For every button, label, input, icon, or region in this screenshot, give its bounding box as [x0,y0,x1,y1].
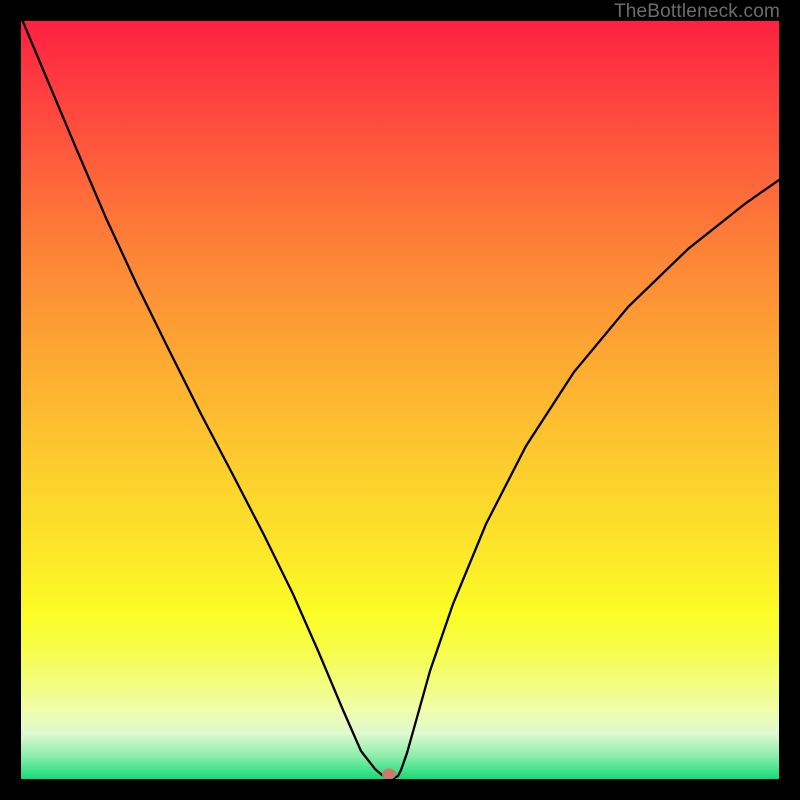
optimal-point-marker [382,769,396,779]
chart-frame: TheBottleneck.com [0,0,800,800]
plot-area [21,21,779,779]
bottleneck-curve [21,21,779,779]
watermark-text: TheBottleneck.com [614,1,780,23]
